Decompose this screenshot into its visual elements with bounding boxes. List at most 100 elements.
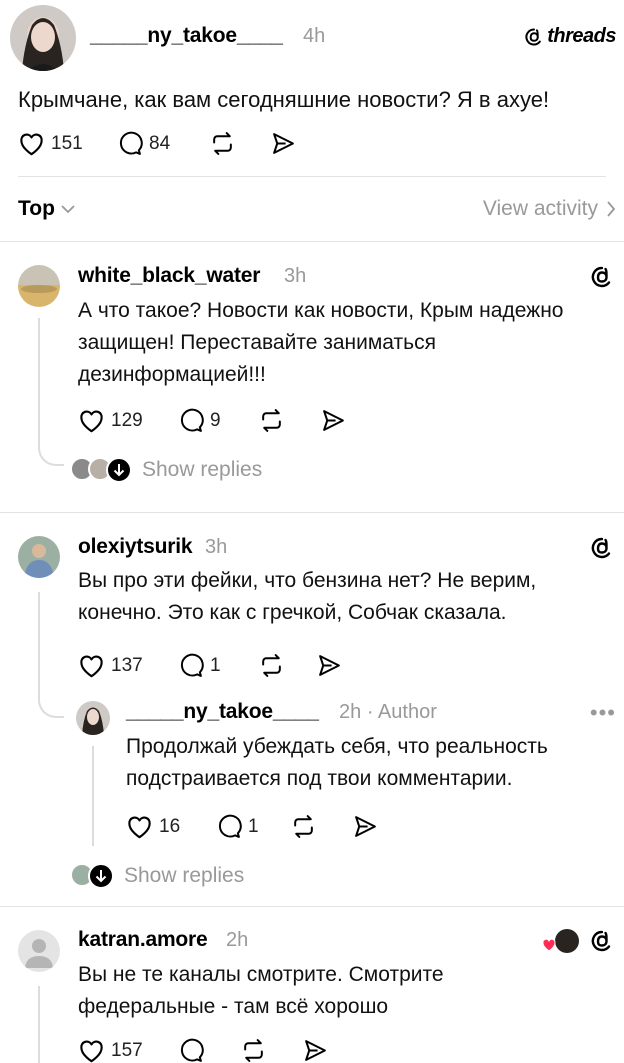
thread-curve: [38, 690, 64, 718]
post-reply-count: 84: [149, 132, 171, 154]
comment-avatar[interactable]: [18, 930, 60, 972]
reply-author-avatar[interactable]: [76, 701, 110, 735]
chevron-down-icon: [61, 204, 75, 214]
comment-reply-count: 1: [210, 654, 221, 676]
comment-avatar[interactable]: [18, 536, 60, 578]
post-author-name[interactable]: _____ny_takoe____: [90, 24, 283, 48]
comment-share-button[interactable]: [316, 653, 343, 678]
threads-logo-icon[interactable]: [590, 265, 614, 289]
thread-line: [38, 592, 40, 696]
reply-avatars: [70, 457, 132, 483]
thread-line: [38, 318, 40, 448]
comment-share-button[interactable]: [302, 1038, 329, 1063]
comment-icon: [178, 408, 204, 433]
comment-like-button[interactable]: 137: [78, 653, 143, 678]
comment-repost-button[interactable]: [240, 1038, 267, 1063]
comment-text-line: Вы не те каналы смотрите. Смотрите: [78, 963, 444, 986]
heart-icon: [78, 653, 105, 678]
author-mini-avatar: [555, 929, 579, 953]
comment-author-name[interactable]: white_black_water: [78, 264, 260, 288]
comment-text-line: защищен! Переставайте заниматься: [78, 331, 436, 354]
divider: [18, 176, 606, 177]
post-reply-button[interactable]: 84: [117, 131, 170, 156]
comment-time: 3h: [205, 536, 228, 558]
post-like-count: 151: [51, 132, 83, 154]
divider: [0, 906, 624, 907]
divider: [0, 241, 624, 242]
brand-text: threads: [547, 25, 616, 47]
liked-by-author-badge: [541, 929, 581, 955]
arrow-down-icon: [88, 863, 114, 889]
thread-line: [38, 986, 40, 1063]
post-repost-button[interactable]: [209, 131, 236, 156]
comment-icon: [216, 814, 242, 839]
comment-text-line: А что такое? Новости как новости, Крым н…: [78, 299, 564, 322]
reply-repost-button[interactable]: [290, 814, 317, 839]
show-replies-button[interactable]: Show replies: [70, 457, 262, 483]
reply-like-count: 16: [159, 815, 181, 837]
comment-reply-button[interactable]: 1: [178, 653, 221, 678]
reply-text-line: подстраивается под твои комментарии.: [126, 767, 513, 790]
comment-author-name[interactable]: katran.amore: [78, 928, 208, 952]
comment-author-name[interactable]: olexiytsurik: [78, 535, 193, 559]
reply-share-button[interactable]: [352, 814, 379, 839]
show-replies-label: Show replies: [124, 864, 245, 887]
comment-text: Вы про эти фейки, что бензина нет? Не ве…: [78, 565, 536, 629]
thread-line: [92, 746, 94, 846]
threads-logo-icon[interactable]: [590, 536, 614, 560]
reply-author-name[interactable]: _____ny_takoe____: [126, 700, 319, 724]
sort-dropdown[interactable]: Top: [18, 197, 75, 221]
comment-reply-count: 9: [210, 409, 221, 431]
comment-avatar[interactable]: [18, 265, 60, 307]
reply-time: 2h · Author: [339, 701, 437, 724]
reply-reply-button[interactable]: 1: [216, 814, 259, 839]
author-badge: · Author: [366, 701, 437, 723]
thread-curve: [38, 436, 64, 466]
comment-text: Вы не те каналы смотрите. Смотрите федер…: [78, 959, 444, 1023]
show-replies-label: Show replies: [142, 458, 263, 481]
arrow-down-icon: [106, 457, 132, 483]
heart-icon: [541, 937, 557, 952]
show-replies-button[interactable]: Show replies: [70, 863, 244, 889]
reply-text-line: Продолжай убеждать себя, что реальность: [126, 735, 548, 758]
comment-share-button[interactable]: [320, 408, 347, 433]
more-icon[interactable]: •••: [590, 700, 616, 726]
comment-like-count: 157: [111, 1039, 143, 1061]
comment-repost-button[interactable]: [258, 653, 285, 678]
author-avatar[interactable]: [10, 5, 76, 71]
comment-text-line: Вы про эти фейки, что бензина нет? Не ве…: [78, 569, 537, 592]
reply-reply-count: 1: [248, 815, 259, 837]
comment-like-button[interactable]: 129: [78, 408, 143, 433]
post-share-button[interactable]: [270, 131, 297, 156]
heart-icon: [78, 408, 105, 433]
divider: [0, 512, 624, 513]
post-time: 4h: [303, 25, 326, 47]
reply-time-value: 2h: [339, 701, 362, 723]
chevron-right-icon: [606, 201, 616, 217]
comment-time: 3h: [284, 265, 307, 287]
view-activity-link[interactable]: View activity: [483, 197, 616, 221]
reply-like-button[interactable]: 16: [126, 814, 180, 839]
comment-reply-button[interactable]: [178, 1038, 204, 1063]
comment-text-line: конечно. Это как с гречкой, Собчак сказа…: [78, 601, 507, 624]
sort-label: Top: [18, 197, 55, 220]
reply-text: Продолжай убеждать себя, что реальность …: [126, 731, 548, 795]
post-text: Крымчане, как вам сегодняшние новости? Я…: [18, 87, 550, 112]
comment-like-button[interactable]: 157: [78, 1038, 143, 1063]
heart-icon: [126, 814, 153, 839]
heart-icon: [18, 131, 45, 156]
threads-logo-icon[interactable]: [590, 929, 614, 953]
reply-avatars: [70, 863, 114, 889]
comment-time: 2h: [226, 929, 249, 951]
post-like-button[interactable]: 151: [18, 131, 83, 156]
view-activity-label: View activity: [482, 197, 598, 220]
threads-logo-icon: [524, 27, 544, 47]
comment-text-line: федеральные - там всё хорошо: [78, 995, 389, 1018]
comment-text: А что такое? Новости как новости, Крым н…: [78, 295, 563, 391]
threads-brand[interactable]: threads: [524, 25, 616, 48]
comment-reply-button[interactable]: 9: [178, 408, 221, 433]
heart-icon: [78, 1038, 105, 1063]
comment-icon: [117, 131, 143, 156]
comment-repost-button[interactable]: [258, 408, 285, 433]
comment-text-line: дезинформацией!!!: [78, 363, 266, 386]
